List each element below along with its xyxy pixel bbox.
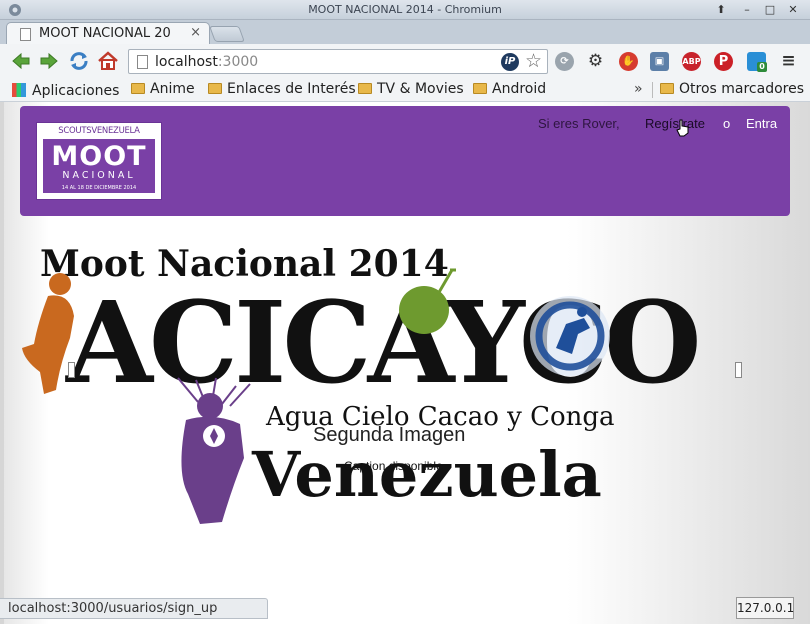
reload-icon[interactable] (68, 50, 90, 72)
tab-moot-nacional[interactable]: MOOT NACIONAL 20 × (6, 22, 210, 45)
or-text: o (723, 116, 731, 131)
logo-moot-text: MOOT (51, 141, 147, 172)
ip-extension-icon[interactable]: iP (501, 53, 519, 71)
link-status-bubble: localhost:3000/usuarios/sign_up (0, 598, 268, 619)
address-bar[interactable]: localhost:3000 iP ☆ (128, 49, 548, 74)
site-navbar: SCOUTSVENEZUELA MOOT NACIONAL 14 AL 18 D… (20, 106, 790, 216)
carousel-next-button[interactable] (735, 362, 742, 378)
logo-scouts-text: SCOUTSVENEZUELA (58, 126, 140, 136)
maximize-button[interactable]: □ (761, 2, 779, 17)
folder-icon (473, 83, 487, 94)
new-tab-button[interactable] (209, 26, 245, 42)
url-text: localhost:3000 (155, 54, 259, 70)
surfer-wave-drawing (530, 296, 610, 376)
carousel-prev-button[interactable] (68, 362, 75, 378)
bookmark-apps[interactable]: Aplicaciones (12, 81, 119, 99)
forward-icon[interactable] (38, 50, 60, 72)
extension-badge: 0 (757, 62, 767, 72)
apps-grid-icon (12, 83, 26, 97)
folder-icon (358, 83, 372, 94)
folder-icon (660, 83, 674, 94)
stop-extension-icon[interactable]: ✋ (619, 52, 638, 71)
sync-extension-icon[interactable]: ⟳ (555, 52, 574, 71)
logo-date-text: 14 AL 18 DE DICIEMBRE 2014 (61, 185, 137, 191)
folder-icon (131, 83, 145, 94)
logo-nacional-text: NACIONAL (62, 170, 136, 181)
banner-country: Venezuela (251, 438, 602, 511)
bookmarks-overflow-chevron[interactable]: » (634, 81, 643, 97)
adblock-icon[interactable]: ABP (682, 52, 701, 71)
bookmark-anime[interactable]: Anime (131, 81, 195, 97)
menu-icon[interactable]: ≡ (779, 52, 798, 71)
page-icon (137, 55, 148, 69)
window-title: MOOT NACIONAL 2014 - Chromium (308, 3, 502, 16)
gear-icon[interactable]: ⚙ (586, 52, 605, 71)
bookmarks-bar: Aplicaciones Anime Enlaces de Interés TV… (0, 78, 810, 102)
moot-logo[interactable]: SCOUTSVENEZUELA MOOT NACIONAL 14 AL 18 D… (36, 122, 162, 200)
rover-prompt: Si eres Rover, (538, 116, 620, 131)
pinterest-icon[interactable]: P (714, 52, 733, 71)
window-up-button[interactable]: ⬆ (712, 2, 730, 17)
back-icon[interactable] (10, 50, 32, 72)
page-icon (20, 28, 31, 41)
carousel-caption-title: Segunda Imagen (313, 424, 466, 446)
page-viewport: Moot Nacional 2014 ACICAYCO Agua Cielo C… (0, 102, 810, 624)
bookmarks-divider (652, 82, 653, 98)
extension-icon[interactable]: 0 (747, 52, 767, 72)
browser-toolbar: localhost:3000 iP ☆ ⟳ ⚙ ✋ ▣ ABP P 0 ≡ (0, 44, 810, 78)
bookmark-enlaces[interactable]: Enlaces de Interés (208, 81, 356, 97)
close-window-button[interactable]: ✕ (784, 2, 802, 17)
bookmark-star-icon[interactable]: ☆ (525, 50, 542, 72)
folder-icon (208, 83, 222, 94)
screen-extension-icon[interactable]: ▣ (650, 52, 669, 71)
tab-strip: MOOT NACIONAL 20 × (0, 20, 810, 45)
server-ip-badge[interactable]: 127.0.0.1 (736, 597, 794, 619)
register-link[interactable]: Regístrate (645, 116, 705, 131)
home-icon[interactable] (97, 50, 119, 72)
window-titlebar: MOOT NACIONAL 2014 - Chromium ⬆ – □ ✕ (0, 0, 810, 20)
bookmark-otros[interactable]: Otros marcadores (660, 81, 804, 97)
login-link[interactable]: Entra (746, 116, 777, 131)
minimize-button[interactable]: – (738, 2, 756, 17)
carousel-caption-text: Caption disponible (344, 459, 443, 473)
hand-cursor-icon (676, 119, 689, 137)
tab-label: MOOT NACIONAL 20 (39, 26, 171, 41)
tab-close-icon[interactable]: × (190, 25, 201, 40)
bookmark-android[interactable]: Android (473, 81, 546, 97)
bookmark-tv-movies[interactable]: TV & Movies (358, 81, 464, 97)
